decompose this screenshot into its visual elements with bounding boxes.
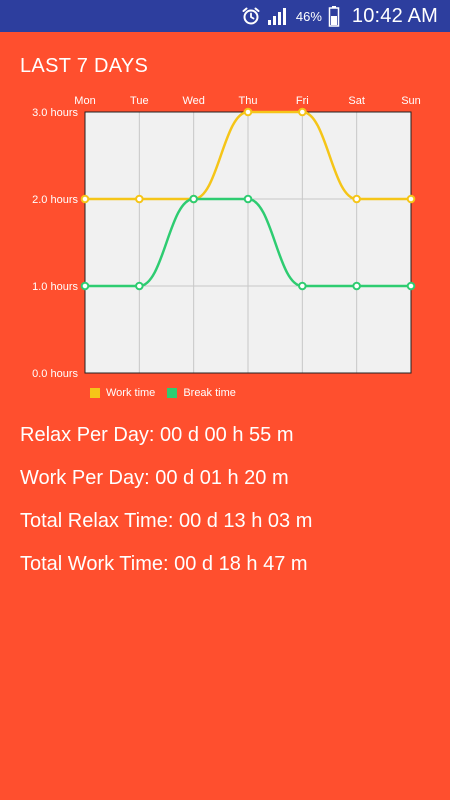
x-tick-label: Mon bbox=[74, 95, 95, 107]
data-point-break bbox=[135, 281, 144, 291]
data-point-break bbox=[406, 281, 416, 291]
x-tick-label: Sun bbox=[401, 95, 421, 107]
battery-percent: 46% bbox=[295, 8, 322, 24]
data-point-work bbox=[243, 107, 253, 117]
chart-legend: Work time Break time bbox=[90, 387, 236, 399]
legend-label-work: Work time bbox=[106, 387, 156, 399]
data-point-work bbox=[406, 194, 416, 204]
x-tick-label: Fri bbox=[296, 95, 309, 107]
data-point-break bbox=[243, 194, 253, 204]
x-tick-label: Wed bbox=[182, 95, 204, 107]
data-point-work bbox=[135, 194, 144, 204]
x-tick-label: Sat bbox=[348, 95, 365, 107]
data-point-break bbox=[352, 281, 361, 291]
work-per-day: Work Per Day: 00 d 01 h 20 m bbox=[20, 467, 289, 489]
status-bar: 46% 10:42 AM bbox=[0, 0, 450, 32]
y-tick-label: 0.0 hours bbox=[32, 368, 78, 380]
data-point-work bbox=[298, 107, 307, 117]
page-title: LAST 7 DAYS bbox=[20, 55, 149, 77]
data-point-break bbox=[189, 194, 198, 204]
x-tick-label: Tue bbox=[130, 95, 149, 107]
data-point-work bbox=[80, 194, 90, 204]
legend-label-break: Break time bbox=[183, 387, 236, 399]
data-point-break bbox=[298, 281, 307, 291]
signal-icon bbox=[267, 6, 289, 26]
stats-list: Relax Per Day: 00 d 00 h 55 m Work Per D… bbox=[20, 424, 312, 596]
legend-item-work: Work time bbox=[90, 387, 155, 399]
y-tick-label: 1.0 hours bbox=[32, 281, 78, 293]
legend-item-break: Break time bbox=[167, 387, 236, 399]
x-tick-label: Thu bbox=[239, 95, 258, 107]
data-point-work bbox=[352, 194, 361, 204]
data-point-break bbox=[80, 281, 90, 291]
clock: 10:42 AM bbox=[351, 4, 438, 27]
y-tick-label: 2.0 hours bbox=[32, 194, 78, 206]
relax-per-day: Relax Per Day: 00 d 00 h 55 m bbox=[20, 424, 294, 446]
total-relax-time: Total Relax Time: 00 d 13 h 03 m bbox=[20, 510, 313, 532]
battery-icon bbox=[328, 5, 340, 27]
total-work-time: Total Work Time: 00 d 18 h 47 m bbox=[20, 553, 308, 575]
y-tick-label: 3.0 hours bbox=[32, 107, 78, 119]
activity-line-chart: 0.0 hours 1.0 hours 2.0 hours 3.0 hoursMon T… bbox=[32, 95, 421, 380]
legend-swatch-break bbox=[167, 388, 178, 398]
alarm-clock-icon bbox=[241, 6, 261, 26]
legend-swatch-work bbox=[90, 388, 100, 398]
